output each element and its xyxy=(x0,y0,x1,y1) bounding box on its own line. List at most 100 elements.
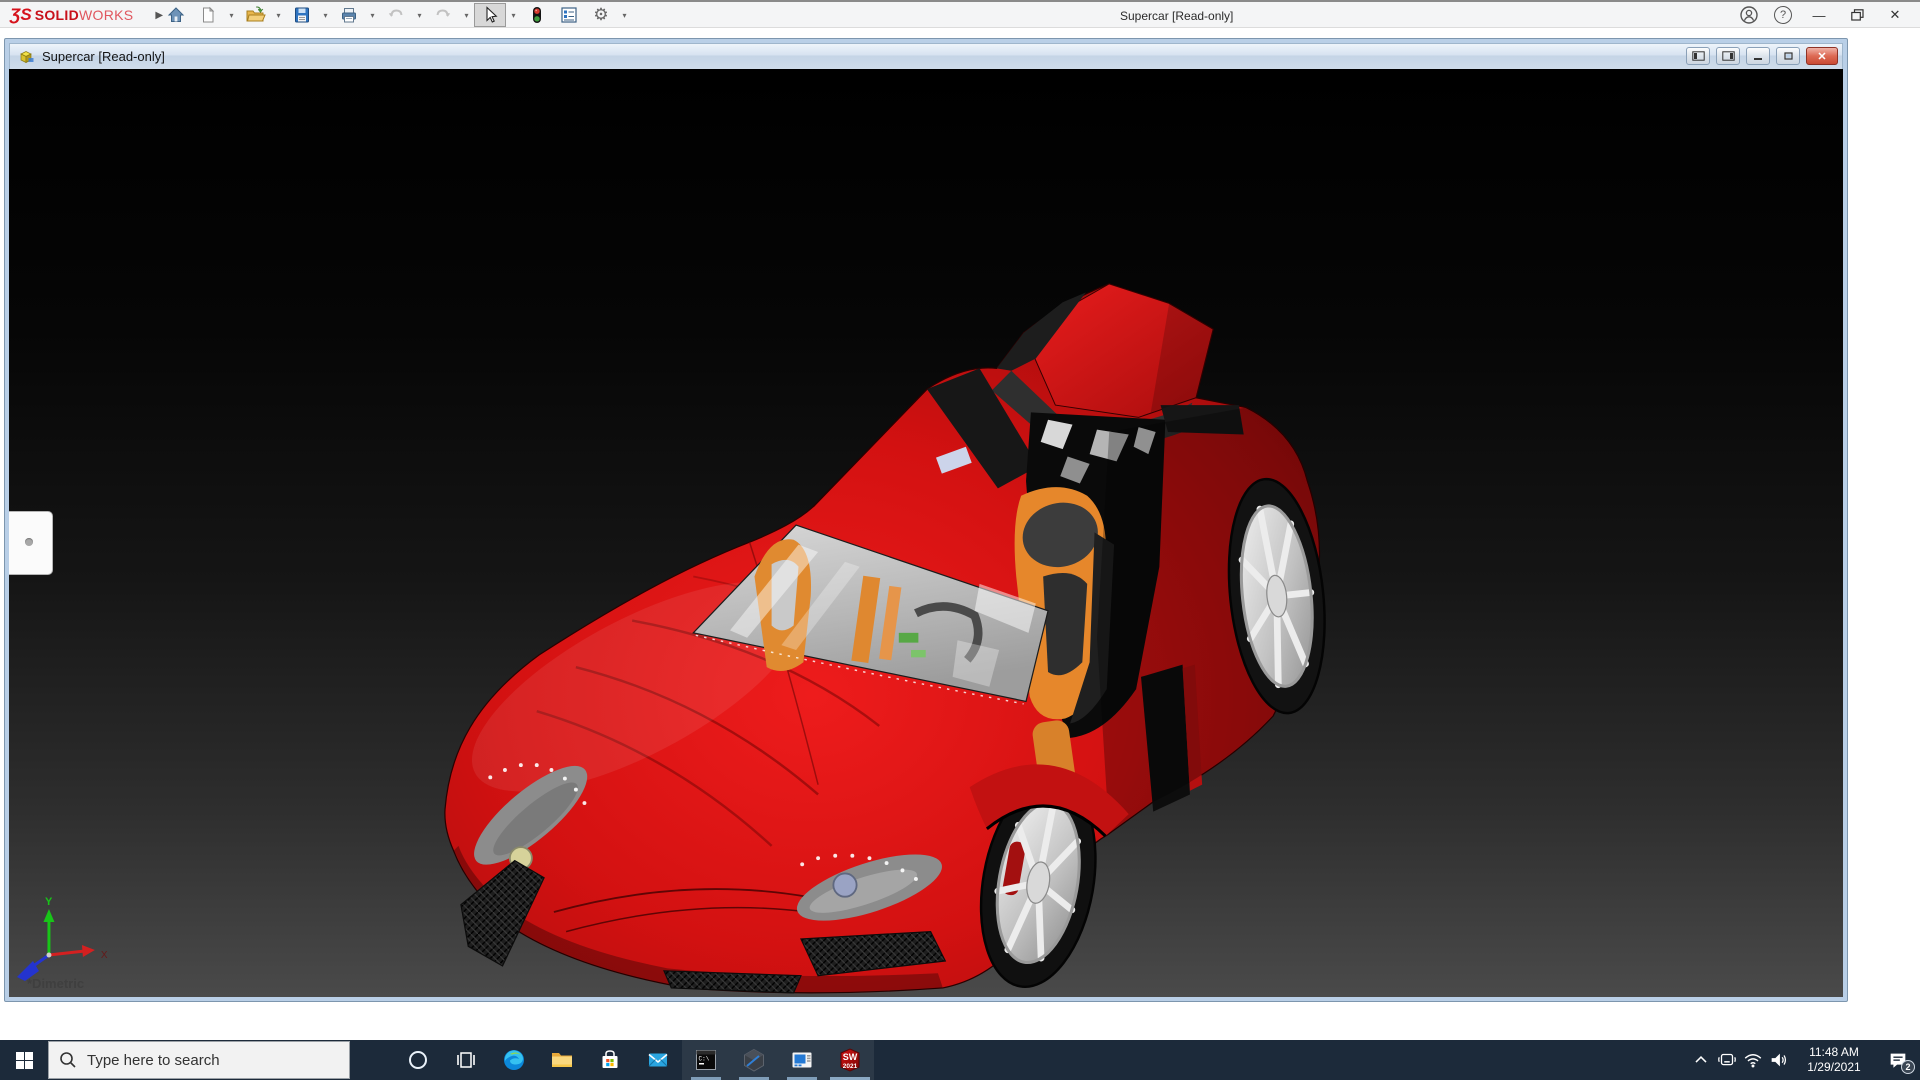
solidworks-application: ƷS SOLID WORKS ▶ ▾ ▾ ▾ ▾ ▾ ▾ ▾ ⚙ ▾ Super… xyxy=(0,0,1920,1080)
restore-button[interactable] xyxy=(1838,2,1876,28)
titlebar-controls: ? — ✕ xyxy=(1732,2,1914,28)
options-button[interactable]: ⚙ xyxy=(585,3,617,27)
save-button[interactable] xyxy=(286,3,318,27)
pane-right-button[interactable] xyxy=(1716,47,1740,65)
redo-icon xyxy=(436,9,451,17)
close-button[interactable]: ✕ xyxy=(1876,2,1914,28)
select-tool-button[interactable] xyxy=(474,3,506,27)
help-icon: ? xyxy=(1774,6,1792,24)
undo-dropdown[interactable]: ▾ xyxy=(412,3,427,27)
options-dropdown[interactable]: ▾ xyxy=(617,3,632,27)
undo-icon xyxy=(388,9,403,17)
document-restore-button[interactable] xyxy=(1776,47,1800,65)
taskbar-task-view-button[interactable] xyxy=(442,1040,490,1080)
traffic-light-icon xyxy=(533,7,541,23)
property-sheet-icon xyxy=(561,7,577,23)
app-window-title: Supercar [Read-only] xyxy=(1120,9,1234,23)
feature-pane-handle[interactable] xyxy=(9,511,53,575)
view-orientation-label: *Dimetric xyxy=(27,976,85,991)
taskbar-cortana-button[interactable] xyxy=(394,1040,442,1080)
document-title: Supercar [Read-only] xyxy=(42,49,165,64)
tray-chevron-button[interactable] xyxy=(1688,1040,1714,1080)
document-minimize-button[interactable] xyxy=(1746,47,1770,65)
select-cursor-icon xyxy=(486,6,498,23)
taskbar-command-prompt-button[interactable]: C:\ xyxy=(682,1040,730,1080)
ds-logo-icon: ƷS xyxy=(10,5,32,24)
open-button[interactable] xyxy=(239,3,271,27)
save-dropdown[interactable]: ▾ xyxy=(318,3,333,27)
print-dropdown[interactable]: ▾ xyxy=(365,3,380,27)
action-center-button[interactable]: 2 xyxy=(1876,1040,1920,1080)
taskbar-search[interactable] xyxy=(48,1041,350,1079)
open-dropdown[interactable]: ▾ xyxy=(271,3,286,27)
document-close-button[interactable]: ✕ xyxy=(1806,47,1838,65)
microsoft-store-icon xyxy=(602,1050,618,1068)
edge-icon xyxy=(504,1050,524,1070)
taskbar-remote-desktop-button[interactable] xyxy=(778,1040,826,1080)
solidworks-2021-icon: SW 2021 xyxy=(840,1048,860,1072)
graphics-viewport[interactable]: Y X *Dimetric xyxy=(9,69,1843,997)
sw-year: 2021 xyxy=(843,1063,858,1070)
taskbar-solidworks-button[interactable]: SW 2021 xyxy=(826,1040,874,1080)
property-sheet-button[interactable] xyxy=(553,3,585,27)
rebuild-indicator-button[interactable] xyxy=(521,3,553,27)
taskbar-store-button[interactable] xyxy=(586,1040,634,1080)
car-3d-model: Y X xyxy=(16,283,1326,994)
assembly-document-icon[interactable] xyxy=(18,49,35,65)
clock-date: 1/29/2021 xyxy=(1807,1060,1861,1074)
file-explorer-icon xyxy=(552,1053,572,1067)
search-input[interactable] xyxy=(87,1051,327,1069)
undo-button[interactable] xyxy=(380,3,412,27)
home-button[interactable] xyxy=(160,3,192,27)
redo-dropdown[interactable]: ▾ xyxy=(459,3,474,27)
account-button[interactable] xyxy=(1732,3,1766,27)
restore-icon xyxy=(1850,9,1864,21)
cortana-icon xyxy=(409,1051,427,1069)
triad-y-label: Y xyxy=(45,896,53,908)
taskbar-edge-button[interactable] xyxy=(490,1040,538,1080)
start-button[interactable] xyxy=(0,1040,48,1080)
brand-name-light: WORKS xyxy=(79,7,134,23)
select-tool-dropdown[interactable]: ▾ xyxy=(506,3,521,27)
document-window-controls: ✕ xyxy=(1686,47,1838,65)
save-icon xyxy=(295,7,309,23)
system-tray: 11:48 AM 1/29/2021 2 xyxy=(1688,1040,1920,1080)
windows-logo-icon xyxy=(15,1051,33,1069)
brand-name-bold: SOLID xyxy=(34,7,80,23)
pane-right-icon xyxy=(1721,51,1735,61)
new-document-dropdown[interactable]: ▾ xyxy=(224,3,239,27)
remote-desktop-icon xyxy=(792,1052,812,1068)
tray-device-button[interactable] xyxy=(1714,1040,1740,1080)
print-icon xyxy=(342,8,356,23)
taskbar-clock[interactable]: 11:48 AM 1/29/2021 xyxy=(1798,1045,1870,1075)
taskbar-mail-button[interactable] xyxy=(634,1040,682,1080)
solidworks-logo: ƷS SOLID WORKS ▶ xyxy=(10,2,163,28)
open-folder-icon xyxy=(246,6,266,22)
edrawings-hexagon-icon xyxy=(744,1048,764,1072)
taskbar-edrawings-button[interactable] xyxy=(730,1040,778,1080)
taskbar-apps: C:\ SW 2021 xyxy=(394,1040,874,1080)
home-icon xyxy=(167,7,185,22)
redo-button[interactable] xyxy=(427,3,459,27)
new-document-button[interactable] xyxy=(192,3,224,27)
chevron-up-icon xyxy=(1695,1056,1707,1063)
print-button[interactable] xyxy=(333,3,365,27)
wifi-icon xyxy=(1744,1054,1762,1068)
pane-left-button[interactable] xyxy=(1686,47,1710,65)
triad-x-label: X xyxy=(101,950,108,961)
help-button[interactable]: ? xyxy=(1766,3,1800,27)
orientation-triad: Y X xyxy=(16,896,108,981)
gear-icon: ⚙ xyxy=(593,5,609,24)
tray-device-icon xyxy=(1718,1053,1736,1066)
taskbar-file-explorer-button[interactable] xyxy=(538,1040,586,1080)
tray-wifi-button[interactable] xyxy=(1740,1040,1766,1080)
document-titlebar[interactable]: Supercar [Read-only] ✕ xyxy=(9,43,1843,69)
minimize-button[interactable]: — xyxy=(1800,2,1838,28)
app-titlebar[interactable]: ƷS SOLID WORKS ▶ ▾ ▾ ▾ ▾ ▾ ▾ ▾ ⚙ ▾ Super… xyxy=(0,0,1920,28)
restore-icon xyxy=(1783,52,1793,60)
clock-time: 11:48 AM xyxy=(1809,1045,1859,1059)
account-icon xyxy=(1740,6,1758,24)
tray-volume-button[interactable] xyxy=(1766,1040,1792,1080)
new-document-icon xyxy=(203,6,215,23)
sw-letters: SW xyxy=(843,1052,858,1062)
